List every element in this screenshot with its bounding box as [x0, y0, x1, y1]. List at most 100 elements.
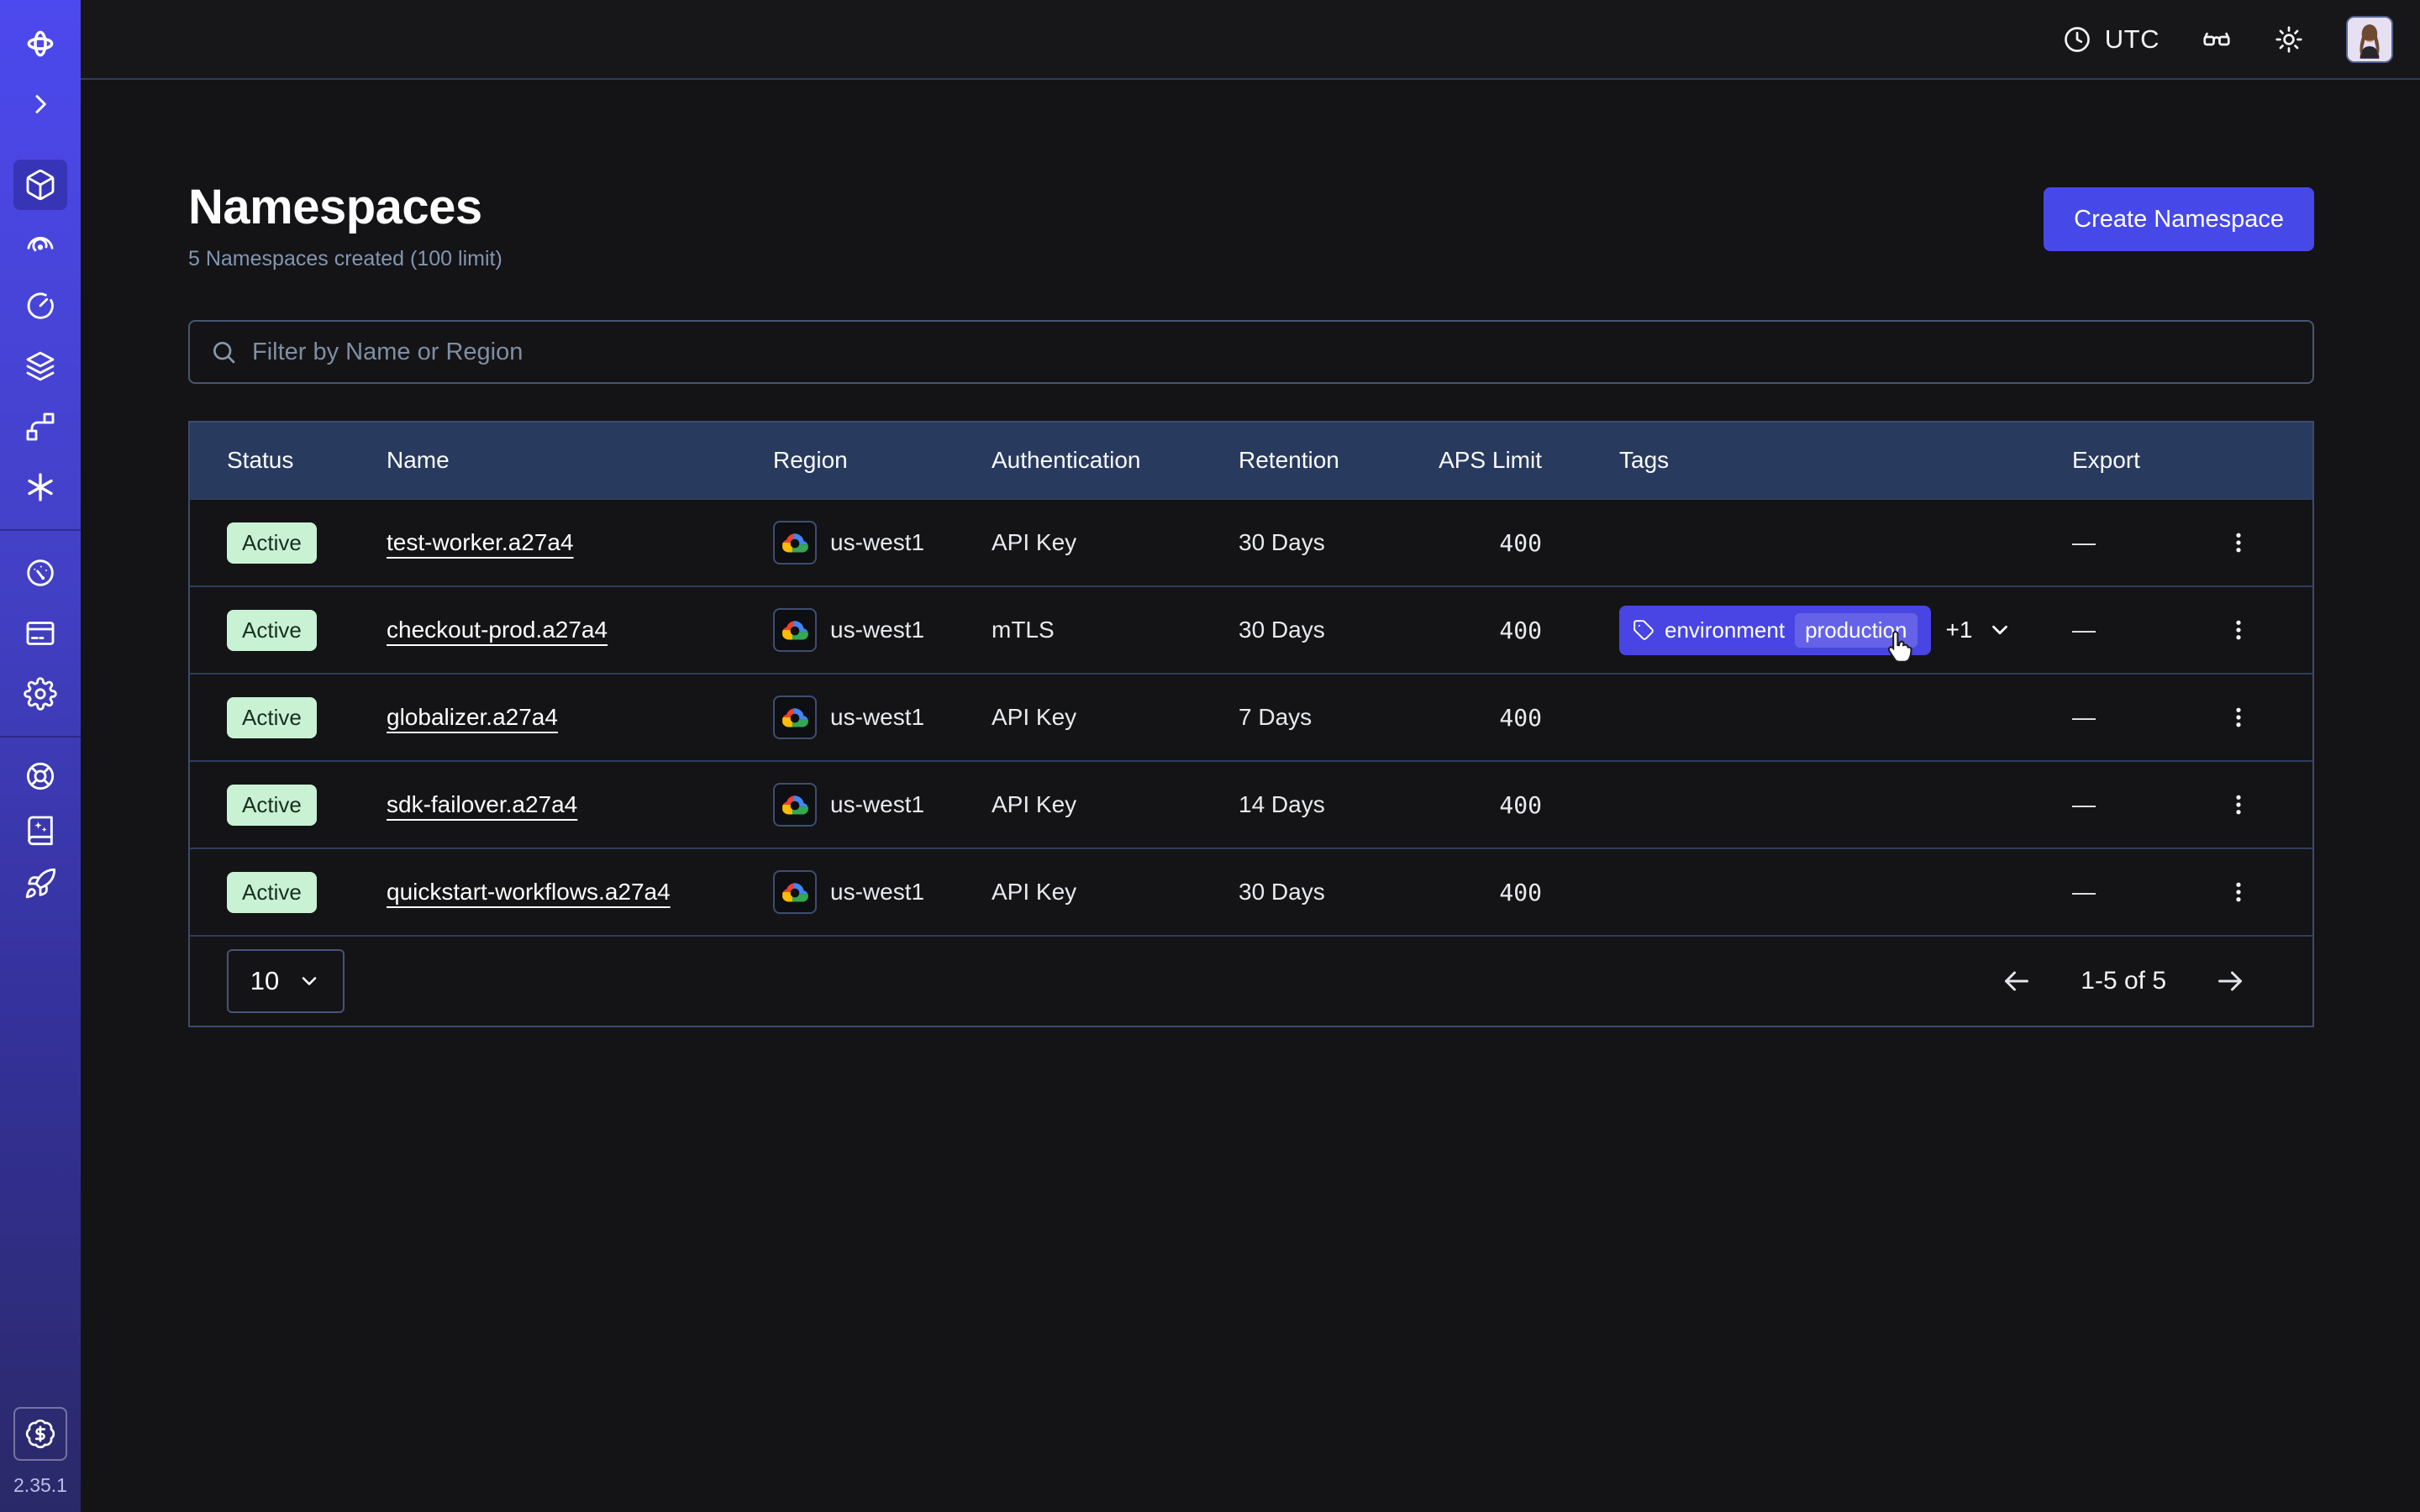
table-row: Active globalizer.a27a4: [190, 673, 2312, 760]
labs-toggle-button[interactable]: [2202, 24, 2232, 55]
tags-expand-button[interactable]: [1987, 617, 2012, 643]
sidebar-divider: [0, 529, 81, 531]
sidebar-item-batch-operations[interactable]: [13, 402, 67, 452]
sidebar-item-docs[interactable]: [13, 805, 67, 855]
status-badge: Active: [227, 785, 317, 826]
gcp-cloud-icon: [773, 783, 817, 827]
branch-icon: [24, 410, 57, 444]
sidebar-item-billing[interactable]: [13, 608, 67, 659]
sidebar-item-schedules[interactable]: [13, 281, 67, 331]
filter-input[interactable]: [252, 339, 2292, 366]
retention-period: 30 Days: [1239, 879, 1433, 906]
auth-method: API Key: [992, 704, 1239, 731]
page-title: Namespaces: [188, 179, 502, 235]
row-actions-menu-button[interactable]: [2218, 785, 2259, 825]
status-badge: Active: [227, 522, 317, 564]
pagination-range: 1-5 of 5: [2081, 967, 2166, 995]
sidebar-divider: [0, 736, 81, 738]
previous-page-button[interactable]: [2000, 964, 2033, 998]
billing-card-icon: [24, 617, 57, 650]
user-avatar[interactable]: [2346, 16, 2393, 63]
billing-usage-badge-button[interactable]: [13, 1407, 67, 1461]
row-actions-menu-button[interactable]: [2218, 522, 2259, 563]
auth-method: mTLS: [992, 617, 1239, 643]
kebab-menu-icon: [2226, 879, 2251, 905]
tag-key: environment: [1665, 617, 1785, 643]
export-value: —: [2072, 529, 2096, 556]
layers-icon: [24, 349, 57, 383]
column-header-auth: Authentication: [992, 447, 1239, 474]
region-label: us-west1: [830, 617, 924, 643]
export-value: —: [2072, 879, 2096, 906]
row-actions-menu-button[interactable]: [2218, 610, 2259, 650]
book-sparkles-icon: [24, 813, 57, 847]
timezone-label: UTC: [2105, 24, 2160, 55]
auth-method: API Key: [992, 529, 1239, 556]
table-footer: 10 1-5 of 5: [190, 935, 2312, 1026]
sidebar-item-usage[interactable]: [13, 548, 67, 598]
sidebar-item-nexus[interactable]: [13, 462, 67, 512]
namespace-link[interactable]: checkout-prod.a27a4: [387, 617, 608, 643]
region-label: us-west1: [830, 879, 924, 906]
gcp-cloud-icon: [773, 608, 817, 652]
region-label: us-west1: [830, 704, 924, 731]
sidebar-expand-chevron-icon[interactable]: [13, 79, 67, 129]
namespace-link[interactable]: sdk-failover.a27a4: [387, 791, 577, 817]
sidebar: 2.35.1: [0, 0, 81, 1512]
gear-icon: [24, 677, 57, 711]
gcp-cloud-icon: [773, 521, 817, 564]
timer-icon: [24, 289, 57, 323]
column-header-export: Export: [2072, 447, 2312, 474]
status-badge: Active: [227, 697, 317, 738]
aps-limit: 400: [1433, 791, 1542, 819]
auth-method: API Key: [992, 791, 1239, 818]
namespace-link[interactable]: quickstart-workflows.a27a4: [387, 879, 671, 905]
sidebar-item-namespaces[interactable]: [13, 160, 67, 210]
namespace-link[interactable]: globalizer.a27a4: [387, 704, 558, 730]
sidebar-item-settings[interactable]: [13, 669, 67, 719]
column-header-name: Name: [387, 447, 773, 474]
row-actions-menu-button[interactable]: [2218, 872, 2259, 912]
page-size-value: 10: [250, 966, 279, 996]
timezone-selector[interactable]: UTC: [2062, 24, 2160, 55]
sidebar-item-deployments[interactable]: [13, 341, 67, 391]
theme-toggle-button[interactable]: [2274, 24, 2304, 55]
sidebar-item-getting-started[interactable]: [13, 858, 67, 909]
chevron-down-icon: [297, 969, 321, 993]
tag-chip[interactable]: environment production: [1619, 606, 1931, 655]
rocket-icon: [24, 867, 57, 900]
dollar-seal-icon: [24, 1418, 56, 1450]
column-header-region: Region: [773, 447, 992, 474]
page-size-select[interactable]: 10: [227, 949, 345, 1013]
column-header-status: Status: [227, 447, 387, 474]
gauge-icon: [24, 556, 57, 590]
asterisk-icon: [24, 470, 57, 504]
table-row: Active test-worker.a27a4: [190, 498, 2312, 585]
sidebar-item-support[interactable]: [13, 751, 67, 801]
tag-value: production: [1795, 613, 1917, 648]
next-page-button[interactable]: [2213, 964, 2247, 998]
export-value: —: [2072, 704, 2096, 731]
aps-limit: 400: [1433, 529, 1542, 557]
tag-overflow-count: +1: [1946, 617, 1973, 643]
kebab-menu-icon: [2226, 705, 2251, 730]
namespace-link[interactable]: test-worker.a27a4: [387, 529, 574, 555]
table-body: Active test-worker.a27a4: [190, 498, 2312, 935]
app-version: 2.35.1: [13, 1474, 67, 1497]
region-label: us-west1: [830, 791, 924, 818]
row-actions-menu-button[interactable]: [2218, 697, 2259, 738]
search-icon: [210, 339, 237, 365]
table-row: Active quickstart-workflows.a27a4: [190, 848, 2312, 935]
kebab-menu-icon: [2226, 530, 2251, 555]
gcp-cloud-icon: [773, 696, 817, 739]
glasses-icon: [2202, 24, 2232, 55]
status-badge: Active: [227, 610, 317, 651]
auth-method: API Key: [992, 879, 1239, 906]
temporal-logo-icon[interactable]: [13, 18, 67, 69]
table-header-row: Status Name Region Authentication Retent…: [190, 423, 2312, 498]
create-namespace-button[interactable]: Create Namespace: [2044, 187, 2314, 251]
aps-limit: 400: [1433, 704, 1542, 732]
retention-period: 30 Days: [1239, 529, 1433, 556]
main-content: Namespaces 5 Namespaces created (100 lim…: [81, 179, 2420, 1027]
sidebar-item-monitor[interactable]: [13, 220, 67, 270]
